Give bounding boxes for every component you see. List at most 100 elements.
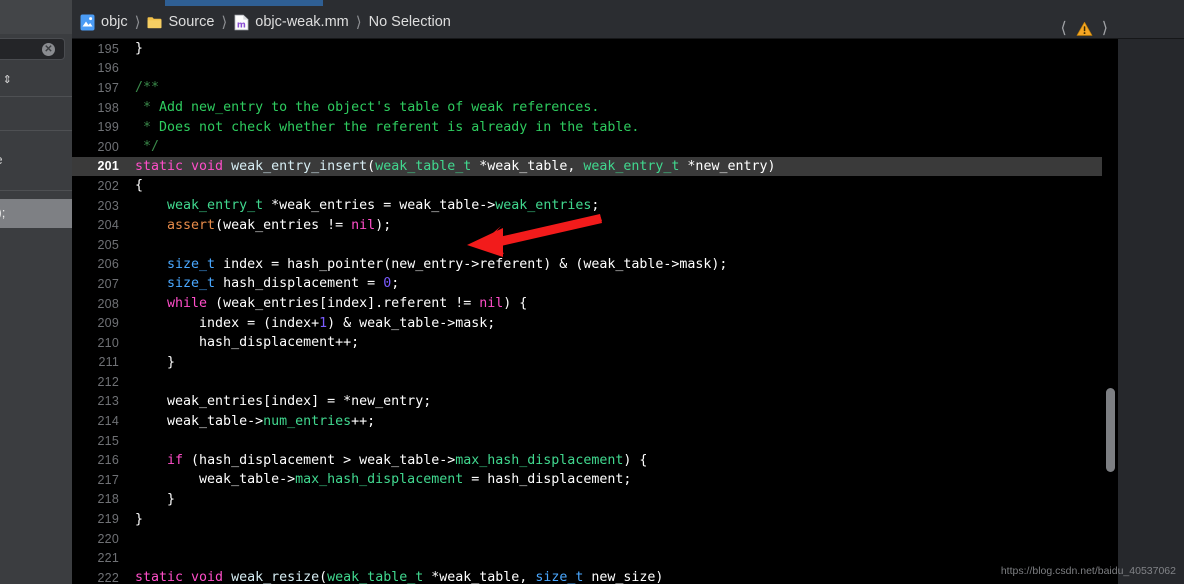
code-token: */ xyxy=(135,139,160,155)
find-navigator-panel: ✕ ng Case ⇕ aybe(we _table); xyxy=(0,0,72,584)
inspector-panel xyxy=(1118,0,1184,584)
code-token: weak_resize xyxy=(231,570,320,584)
code-line[interactable]: 218 } xyxy=(72,490,1118,510)
code-line[interactable]: 200 */ xyxy=(72,137,1118,157)
line-number: 217 xyxy=(97,472,119,487)
code-token: max_hash_displacement xyxy=(295,472,464,488)
code-token: Does not check whether the referent is a… xyxy=(159,119,640,135)
code-token: ++; xyxy=(351,413,376,429)
code-line[interactable]: 220 xyxy=(72,529,1118,549)
code-line[interactable]: 217 weak_table->max_hash_displacement = … xyxy=(72,470,1118,490)
code-token: * xyxy=(135,119,160,135)
chevron-right-icon[interactable]: ⟩ xyxy=(1102,20,1108,37)
code-token: 1 xyxy=(319,315,328,331)
breadcrumb: objc ⟩ Source ⟩ m objc-weak.mm ⟩ No Sele… xyxy=(72,6,1118,39)
code-line[interactable]: 209 index = (index+1) & weak_table->mask… xyxy=(72,313,1118,333)
code-line-text: while (weak_entries[index].referent != n… xyxy=(130,296,1118,311)
code-line[interactable]: 222 static void weak_resize(weak_table_t … xyxy=(72,568,1118,584)
code-line[interactable]: 212 xyxy=(72,372,1118,392)
xcode-window: ✕ ng Case ⇕ aybe(we _table); xyxy=(0,0,1184,584)
line-number: 215 xyxy=(97,433,119,448)
code-token: ) & weak_table->mask; xyxy=(327,315,496,331)
code-line-text: weak_entries[index] = *new_entry; xyxy=(130,394,1118,409)
code-line-text: index = (index+1) & weak_table->mask; xyxy=(130,316,1118,331)
code-line[interactable]: 205 xyxy=(72,235,1118,255)
code-line[interactable]: 198 * Add new_entry to the object's tabl… xyxy=(72,98,1118,118)
code-token: hash_displacement = xyxy=(215,276,384,292)
code-line-text: } xyxy=(130,355,1118,370)
code-line[interactable]: 213 weak_entries[index] = *new_entry; xyxy=(72,392,1118,412)
code-line[interactable]: 221 xyxy=(72,548,1118,568)
code-line[interactable]: 202 { xyxy=(72,176,1118,196)
line-number: 213 xyxy=(97,394,119,409)
search-result-item-selected-label: _table); xyxy=(0,205,6,220)
code-token: index = (index+ xyxy=(135,315,320,331)
code-token: *weak_table, xyxy=(471,158,584,174)
matching-case-dropdown[interactable]: ng Case ⇕ xyxy=(0,70,68,88)
line-number: 211 xyxy=(98,355,119,370)
line-number: 222 xyxy=(97,570,119,584)
line-number: 220 xyxy=(97,531,119,546)
vertical-scrollbar-track[interactable] xyxy=(1102,39,1118,584)
chevron-updown-icon: ⇕ xyxy=(2,73,12,86)
breadcrumb-label-folder: Source xyxy=(168,14,215,30)
clear-search-icon[interactable]: ✕ xyxy=(42,43,55,56)
code-line[interactable]: 219} xyxy=(72,509,1118,529)
breadcrumb-item-file[interactable]: m objc-weak.mm xyxy=(234,14,349,31)
breadcrumb-label-selection: No Selection xyxy=(368,14,451,30)
code-token: size_t xyxy=(535,570,584,584)
code-line[interactable]: 207 size_t hash_displacement = 0; xyxy=(72,274,1118,294)
breadcrumb-item-folder[interactable]: Source xyxy=(147,14,214,31)
objcpp-file-icon: m xyxy=(234,14,249,30)
code-line[interactable]: 204 assert(weak_entries != nil); xyxy=(72,215,1118,235)
breadcrumb-item-project[interactable]: objc xyxy=(80,14,128,31)
code-token: while xyxy=(167,296,208,312)
code-token: *weak_table, xyxy=(423,570,536,584)
code-line-text: weak_table->max_hash_displacement = hash… xyxy=(130,472,1118,487)
code-line[interactable]: 196 xyxy=(72,59,1118,79)
line-number: 212 xyxy=(97,374,119,389)
code-token: weak_entry_t xyxy=(167,198,264,214)
code-line[interactable]: 197 /** xyxy=(72,78,1118,98)
code-token: } xyxy=(135,511,144,527)
vertical-scrollbar-thumb[interactable] xyxy=(1106,388,1115,472)
line-number: 198 xyxy=(97,100,119,115)
editor-area: objc ⟩ Source ⟩ m objc-weak.mm ⟩ No Sele… xyxy=(72,0,1118,584)
watermark-url: https://blog.csdn.net/baidu_40537062 xyxy=(1000,565,1176,577)
breadcrumb-item-selection[interactable]: No Selection xyxy=(369,14,451,30)
code-token: nil xyxy=(479,296,504,312)
code-token: ); xyxy=(375,217,392,233)
line-number: 203 xyxy=(97,198,119,213)
code-line[interactable]: 206 size_t index = hash_pointer(new_entr… xyxy=(72,255,1118,275)
code-token: ) { xyxy=(623,452,648,468)
code-line[interactable]: 203 weak_entry_t *weak_entries = weak_ta… xyxy=(72,196,1118,216)
code-line[interactable]: 195} xyxy=(72,39,1118,59)
code-line[interactable]: 201 static void weak_entry_insert(weak_ta… xyxy=(72,156,1118,177)
code-token: assert xyxy=(167,217,216,233)
code-token: static void xyxy=(135,158,232,174)
code-token: weak_table-> xyxy=(135,413,264,429)
code-line[interactable]: 210 hash_displacement++; xyxy=(72,333,1118,353)
code-line[interactable]: 208 while (weak_entries[index].referent … xyxy=(72,294,1118,314)
code-token: * xyxy=(135,100,160,116)
code-token: } xyxy=(135,491,176,507)
code-token: ) { xyxy=(503,296,528,312)
search-input[interactable] xyxy=(0,38,65,60)
line-number: 206 xyxy=(97,257,119,272)
search-result-item[interactable]: aybe(we xyxy=(0,152,72,167)
code-line[interactable]: 211 } xyxy=(72,353,1118,373)
code-line[interactable]: 214 weak_table->num_entries++; xyxy=(72,411,1118,431)
code-line-text: weak_entry_t *weak_entries = weak_table-… xyxy=(130,198,1118,213)
code-line[interactable]: 215 xyxy=(72,431,1118,451)
chevron-left-icon[interactable]: ⟨ xyxy=(1061,20,1067,37)
breadcrumb-label-file: objc-weak.mm xyxy=(255,14,349,30)
warning-triangle-icon[interactable] xyxy=(1076,21,1093,37)
code-token: weak_table_t xyxy=(327,570,424,584)
code-line[interactable]: 199 * Does not check whether the referen… xyxy=(72,117,1118,137)
source-code-view[interactable]: 195} 196 197 /** 198 * Add new_entry to the … xyxy=(72,39,1118,584)
code-line-text: size_t hash_displacement = 0; xyxy=(130,276,1118,291)
code-line[interactable]: 216 if (hash_displacement > weak_table->… xyxy=(72,450,1118,470)
